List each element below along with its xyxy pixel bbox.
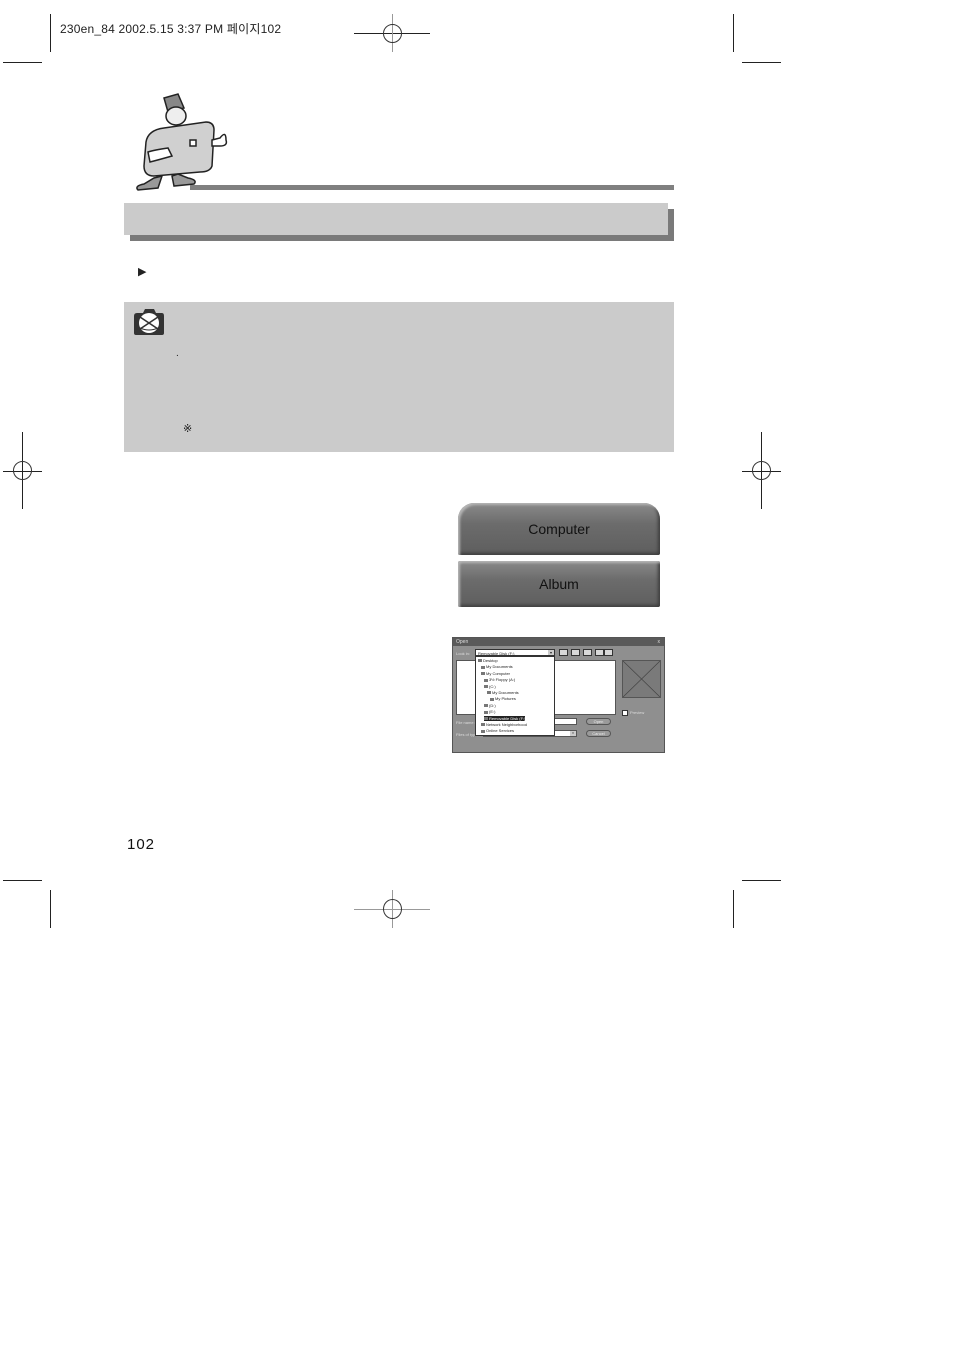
folder-icon (481, 665, 485, 669)
crop-mark (3, 880, 42, 881)
computer-icon (481, 672, 485, 676)
dropdown-item[interactable]: (D:) (484, 703, 496, 708)
dropdown-item[interactable]: My Documents (487, 690, 519, 695)
crop-mark (733, 890, 734, 928)
desktop-icon[interactable] (583, 649, 592, 656)
camera-mascot-icon (136, 93, 228, 191)
dropdown-item[interactable]: My Pictures (490, 696, 516, 701)
dropdown-item[interactable]: Network Neighborhood (481, 722, 527, 727)
bullet-marker: ▶ (138, 266, 147, 278)
look-in-label: Look in: (456, 651, 471, 656)
drive-icon (484, 685, 488, 689)
crop-mark (50, 890, 51, 928)
up-folder-icon[interactable] (559, 649, 568, 656)
album-button[interactable]: Album (458, 561, 660, 607)
dropdown-item-label: Removable Disk (F:) (489, 715, 526, 721)
drive-icon (484, 704, 488, 708)
dropdown-item-label: My Pictures (495, 696, 516, 702)
page-number: 102 (127, 836, 156, 853)
crop-mark (742, 880, 781, 881)
open-dialog: Open x Look in: Removable Disk (F:) ▾ Pr… (452, 637, 665, 753)
dropdown-item[interactable]: My Documents (481, 664, 513, 669)
dropdown-item[interactable]: Desktop (478, 658, 498, 663)
folder-icon (490, 697, 494, 701)
checkbox-checked-icon (622, 710, 628, 716)
crop-mark (50, 14, 51, 52)
no-preview-icon (622, 660, 661, 698)
drive-icon (484, 710, 488, 714)
list-view-icon[interactable] (595, 649, 604, 656)
dropdown-item[interactable]: (E:) (484, 709, 495, 714)
dropdown-item-label: Network Neighborhood (486, 722, 527, 727)
dropdown-item-label: My Computer (486, 670, 511, 676)
network-icon (481, 723, 485, 727)
dropdown-item-label: My Documents (486, 664, 513, 670)
dropdown-item[interactable]: 3½ Floppy (A:) (484, 677, 515, 682)
drive-icon (484, 717, 488, 721)
open-button[interactable]: Open (586, 718, 611, 725)
new-folder-icon[interactable] (571, 649, 580, 656)
dropdown-item-label: (C:) (489, 683, 496, 689)
header-rule (190, 185, 674, 190)
preview-pane (622, 660, 661, 698)
dropdown-item-label: Online Services (486, 728, 515, 734)
reference-mark: ※ (183, 423, 193, 435)
camera-note-icon (134, 309, 164, 335)
dropdown-item[interactable]: (C:) (484, 684, 496, 689)
close-icon[interactable]: x (655, 638, 661, 646)
dropdown-item-label: 3½ Floppy (A:) (489, 677, 516, 683)
details-view-icon[interactable] (604, 649, 613, 656)
dropdown-item[interactable]: Removable Disk (F:) (484, 715, 526, 721)
dialog-title-bar: Open x (453, 638, 664, 646)
crop-mark (742, 62, 781, 63)
preview-checkbox[interactable]: Preview (622, 710, 644, 716)
chevron-down-icon[interactable]: ▾ (548, 650, 554, 655)
dropdown-item-label: My Documents (492, 690, 519, 695)
folder-icon (487, 691, 491, 695)
dialog-title: Open (456, 639, 469, 645)
crop-mark (733, 14, 734, 52)
dropdown-item-label: Desktop (483, 658, 498, 663)
desktop-icon (478, 659, 482, 663)
note-text-dot: . (176, 348, 179, 359)
look-in-dropdown-list: Desktop My Documents My Computer 3½ Floppy … (475, 656, 555, 736)
cancel-button[interactable]: Cancel (586, 730, 611, 737)
chevron-down-icon[interactable]: ▾ (570, 731, 576, 736)
file-name-label: File name: (456, 720, 475, 725)
note-box (124, 302, 674, 452)
dropdown-item[interactable]: My Computer (481, 671, 510, 676)
folder-icon (481, 729, 485, 733)
dropdown-item-label: (D:) (489, 702, 496, 708)
computer-button[interactable]: Computer (458, 503, 660, 555)
dropdown-item[interactable]: Online Services (481, 728, 514, 733)
preview-label: Preview (630, 710, 645, 716)
dropdown-item-label: (E:) (489, 709, 496, 715)
look-in-select[interactable]: Removable Disk (F:) ▾ (475, 649, 555, 656)
crop-mark (3, 62, 42, 63)
print-slug: 230en_84 2002.5.15 3:37 PM 페이지102 (60, 22, 282, 36)
floppy-icon (484, 678, 488, 682)
section-title-box (124, 203, 668, 235)
